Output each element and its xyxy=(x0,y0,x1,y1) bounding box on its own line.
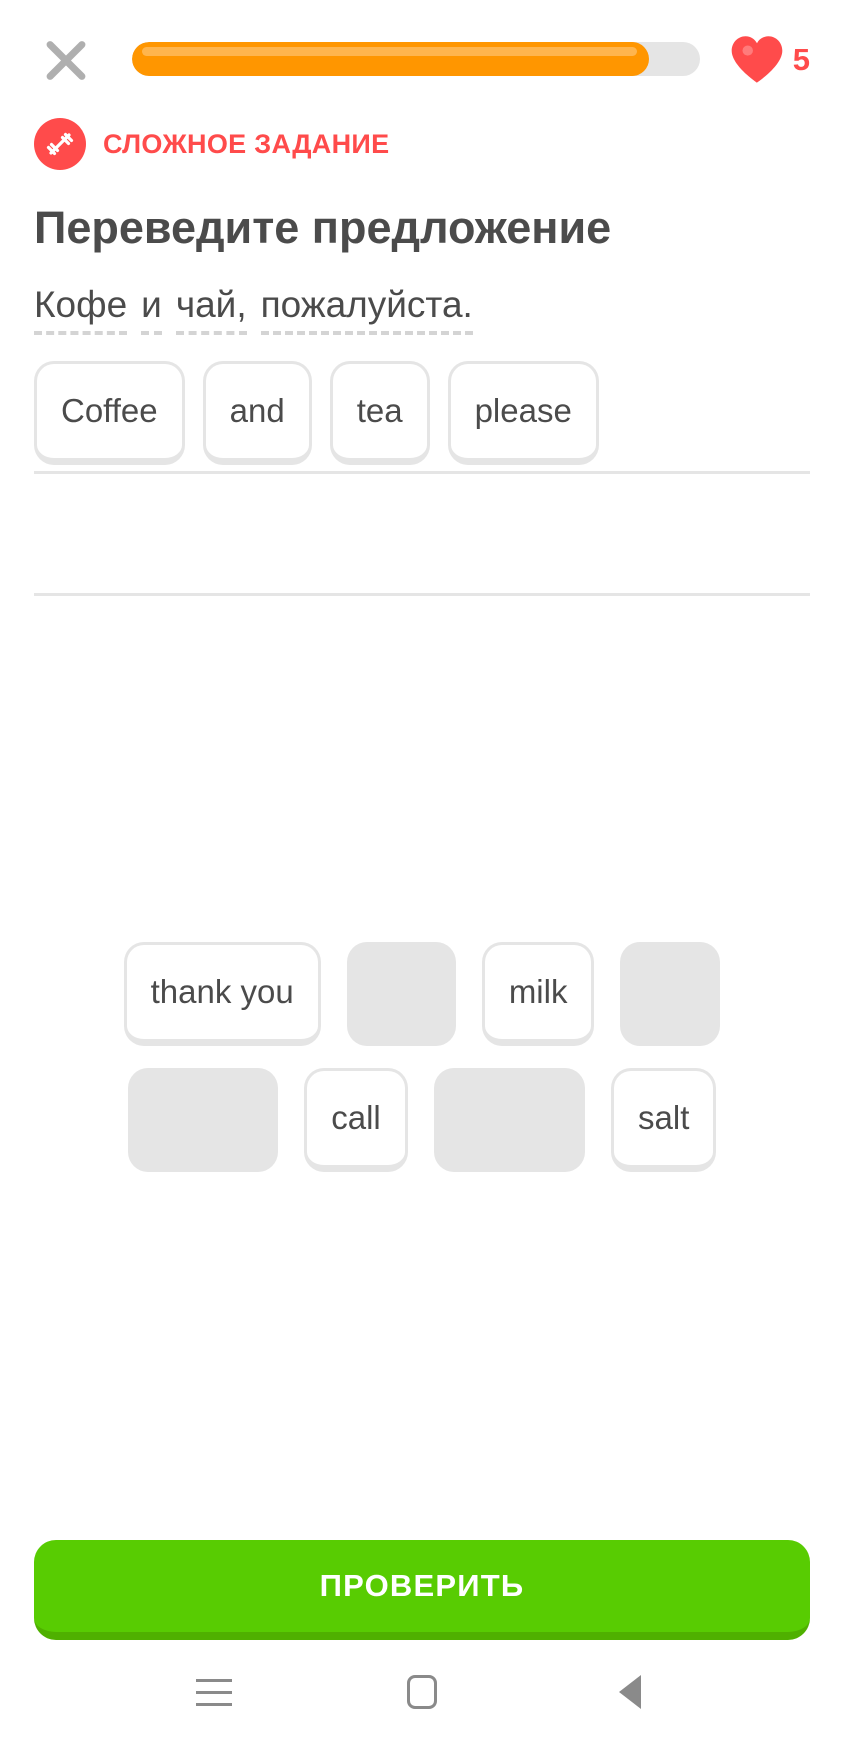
hearts-count-label: 5 xyxy=(792,41,810,77)
answer-row-empty[interactable] xyxy=(34,474,810,597)
word-bank-tile[interactable]: call xyxy=(304,1068,408,1173)
progress-fill xyxy=(132,42,649,76)
answer-tile[interactable]: please xyxy=(447,361,599,466)
hearts-counter[interactable]: 5 xyxy=(730,34,810,84)
answer-tile[interactable]: Coffee xyxy=(34,361,185,466)
close-icon[interactable] xyxy=(34,27,98,91)
word-bank-tile-used: please xyxy=(433,1068,586,1173)
word-bank-tile-used: tea xyxy=(620,942,721,1047)
page-title: Переведите предложение xyxy=(34,202,612,253)
word-bank-row: Coffeecallpleasesalt xyxy=(34,1068,810,1173)
answer-tile[interactable]: tea xyxy=(329,361,430,466)
word-bank-tile[interactable]: milk xyxy=(481,942,595,1047)
android-navbar xyxy=(0,1640,844,1744)
dumbbell-icon xyxy=(34,118,86,170)
recents-icon[interactable] xyxy=(184,1662,244,1722)
word-bank-tile-used: Coffee xyxy=(127,1068,279,1173)
home-icon[interactable] xyxy=(392,1662,452,1722)
prompt-word[interactable]: и xyxy=(141,284,162,336)
word-bank: thank youandmilktea Coffeecallpleasesalt xyxy=(0,942,844,1194)
check-button[interactable]: ПРОВЕРИТЬ xyxy=(34,1540,810,1640)
challenge-badge: СЛОЖНОЕ ЗАДАНИЕ xyxy=(0,96,844,170)
spacer-upper xyxy=(0,596,844,942)
word-bank-tile[interactable]: thank you xyxy=(123,942,321,1047)
answer-area: Coffee and tea please xyxy=(0,335,844,597)
answer-tile[interactable]: and xyxy=(202,361,312,466)
lesson-header: 5 xyxy=(0,0,844,96)
progress-shine xyxy=(142,47,637,56)
prompt-sentence: Кофе и чай, пожалуйста. xyxy=(0,253,844,336)
back-icon[interactable] xyxy=(600,1662,660,1722)
prompt-word[interactable]: Кофе xyxy=(34,284,128,336)
challenge-badge-label: СЛОЖНОЕ ЗАДАНИЕ xyxy=(103,128,390,159)
spacer-lower xyxy=(0,1194,844,1540)
check-button-container: ПРОВЕРИТЬ xyxy=(0,1540,844,1640)
lesson-progress-bar xyxy=(132,42,700,76)
prompt-word[interactable]: чай, xyxy=(175,284,247,336)
heart-icon xyxy=(731,36,783,83)
answer-row[interactable]: Coffee and tea please xyxy=(34,361,810,475)
prompt-word[interactable]: пожалуйста. xyxy=(260,284,473,336)
lesson-screen: 5 СЛОЖНОЕ ЗАДАНИЕ Переведите предложение… xyxy=(0,0,844,1744)
word-bank-tile-used: and xyxy=(346,942,456,1047)
word-bank-tile[interactable]: salt xyxy=(611,1068,717,1173)
word-bank-row: thank youandmilktea xyxy=(34,942,810,1047)
